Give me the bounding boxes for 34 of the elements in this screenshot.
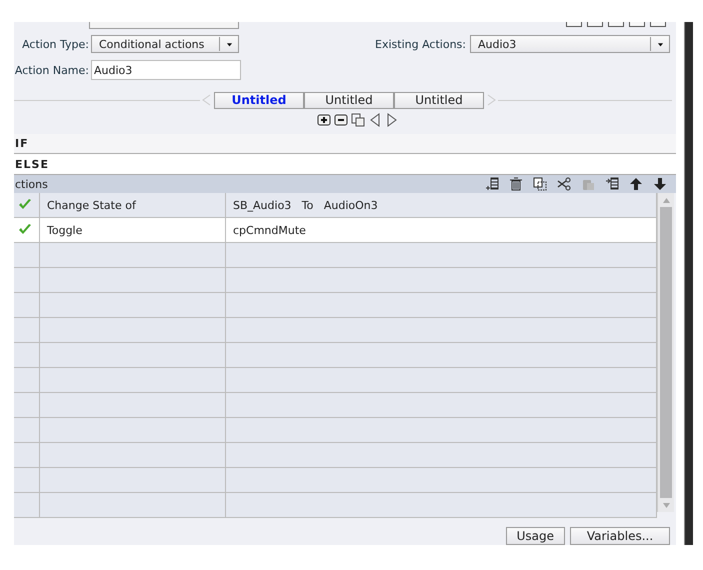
toolbar-button[interactable] — [629, 22, 645, 27]
previous-icon[interactable] — [368, 113, 382, 127]
field-label: Action Type: — [21, 38, 90, 50]
scissors-icon[interactable] — [557, 177, 571, 191]
toolbar-button[interactable] — [650, 22, 666, 27]
existing-actions-dropdown[interactable]: Audio3 — [470, 35, 670, 53]
trash-icon[interactable] — [509, 177, 523, 191]
copy-icon[interactable] — [533, 177, 547, 191]
toolbar-button[interactable] — [566, 22, 582, 27]
action-name-field[interactable]: Audio3 — [91, 60, 241, 80]
section-heading[interactable]: ELSE — [15, 158, 49, 170]
toolbar-button[interactable] — [587, 22, 603, 27]
dialog-button[interactable]: Usage — [506, 527, 565, 545]
tab[interactable]: Untitled — [214, 92, 304, 108]
field-label: Existing Actions: — [375, 38, 467, 50]
table-cell: Toggle — [40, 218, 226, 242]
section-heading[interactable]: IF — [15, 137, 29, 150]
field-label: Action Name: — [14, 64, 90, 76]
tab[interactable]: Untitled — [304, 92, 394, 108]
toolbar-button[interactable] — [608, 22, 624, 27]
action-type-dropdown[interactable]: Conditional actions — [91, 35, 239, 53]
insert-after-icon[interactable] — [605, 177, 619, 191]
move-down-icon[interactable] — [653, 177, 667, 191]
next-icon[interactable] — [385, 113, 399, 127]
move-up-icon[interactable] — [629, 177, 643, 191]
add-icon[interactable] — [317, 113, 331, 127]
insert-row-icon[interactable] — [485, 177, 499, 191]
panel-heading: ctions — [14, 178, 48, 190]
tab[interactable]: Untitled — [394, 92, 484, 108]
remove-icon[interactable] — [334, 113, 348, 127]
dialog-button[interactable]: Variables... — [570, 527, 670, 545]
table-cell: Change State of — [40, 193, 226, 217]
duplicate-icon[interactable] — [351, 113, 365, 127]
dropdown[interactable] — [89, 22, 239, 29]
